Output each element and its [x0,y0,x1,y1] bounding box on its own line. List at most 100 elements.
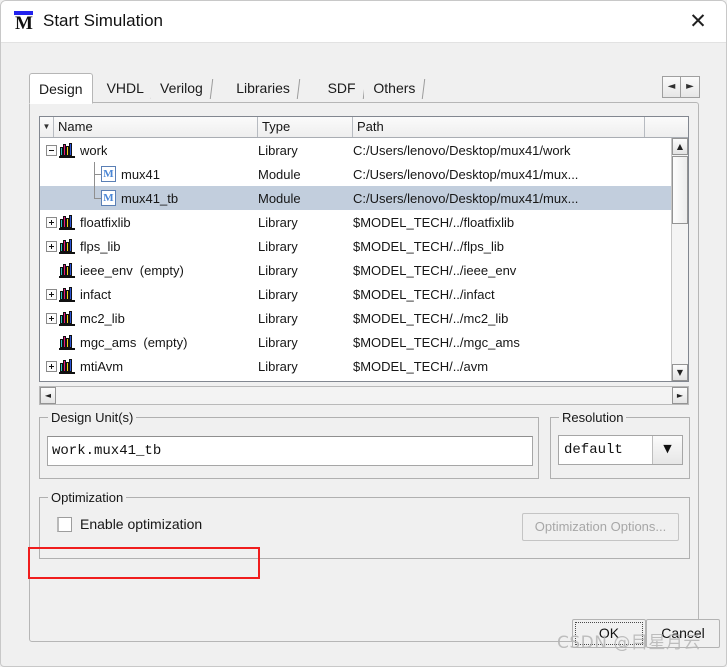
enable-optimization-label: Enable optimization [80,516,203,532]
tab-others[interactable]: Others [364,75,426,103]
enable-optimization-checkbox-row[interactable]: Enable optimization [57,516,202,532]
collapse-icon[interactable] [46,144,57,156]
tree-row[interactable]: mtiAvm Library $MODEL_TECH/../avm [40,354,688,378]
vertical-scroll-thumb[interactable] [672,156,688,224]
tree-item-name: mgc_ams [80,334,137,350]
design-tree[interactable]: ▼ Name Type Path work Library C:/Users/len… [39,116,689,382]
design-tab-panel: ▼ Name Type Path work Library C:/Users/len… [29,102,699,642]
tree-vertical-scrollbar[interactable]: ▲ ▼ [671,138,688,381]
tab-scroll-right-icon[interactable]: ► [681,76,700,98]
tree-cell-path: C:/Users/lenovo/Desktop/mux41/mux... [353,166,579,182]
tree-item-name: mc2_lib [80,310,125,326]
tree-cell-name: mgc_ams (empty) [40,334,258,350]
tab-separator [209,79,214,99]
tree-row[interactable]: Mmux41_tb Module C:/Users/lenovo/Desktop/m… [40,186,688,210]
module-icon: M [101,190,116,206]
tab-scroll-arrows: ◄ ► [662,76,700,98]
expand-icon[interactable] [46,240,57,252]
tree-horizontal-scrollbar[interactable]: ◄ ► [39,386,689,405]
window-title: Start Simulation [43,11,163,30]
enable-optimization-checkbox[interactable] [57,516,72,532]
tree-cell-path: $MODEL_TECH/../ieee_env [353,262,517,278]
tree-cell-name: infact [40,286,258,302]
resolution-dropdown[interactable]: default ▼ [558,435,683,465]
tree-cell-path: $MODEL_TECH/../mc2_lib [353,310,509,326]
library-icon [59,262,75,278]
tree-item-name: work [80,142,108,158]
dialog-body: Design VHDL Verilog Libraries SDF Others ◄ ► ▼ … [10,53,718,649]
tree-row[interactable]: Mmux41 Module C:/Users/lenovo/Desktop/mux4… [40,162,688,186]
chevron-down-icon[interactable]: ▼ [652,436,682,464]
tab-design[interactable]: Design [29,73,93,104]
tree-cell-name: mc2_lib [40,310,258,326]
tree-cell-path: C:/Users/lenovo/Desktop/mux41/mux... [353,190,579,206]
tab-libraries[interactable]: Libraries [227,75,301,103]
tree-row[interactable]: mgc_ams (empty) Library $MODEL_TECH/../mgc_… [40,330,688,354]
column-header-type[interactable]: Type [258,117,353,137]
tab-scroll-left-icon[interactable]: ◄ [662,76,681,98]
start-simulation-dialog: M Start Simulation ✕ Design VHDL Verilog Li… [0,0,727,667]
tree-item-name: infact [80,286,112,302]
tree-cell-type: Library [258,334,298,350]
tab-sdf[interactable]: SDF [318,75,366,103]
tree-cell-type: Library [258,238,298,254]
resolution-value: default [564,442,623,458]
tree-item-name: mux41 [121,166,161,182]
scroll-down-icon[interactable]: ▼ [672,364,688,381]
tree-connector [88,162,102,186]
tree-item-empty-marker: (empty) [139,262,184,278]
tree-cell-type: Library [258,262,298,278]
tree-item-name: mux41_tb [121,190,179,206]
title-bar: M Start Simulation ✕ [1,1,726,43]
tab-label: Verilog [160,80,203,96]
logo-letter-m: M [15,13,33,34]
tab-verilog[interactable]: Verilog [151,75,214,103]
tree-cell-name: work [40,142,258,158]
tab-label: Others [373,80,416,96]
expand-icon[interactable] [46,216,57,228]
library-icon [59,238,75,254]
tab-label: SDF [327,80,356,96]
expand-icon[interactable] [46,360,57,372]
tab-vhdl[interactable]: VHDL [97,75,155,103]
tree-cell-name: Mmux41 [40,162,258,186]
tree-row[interactable]: flps_lib Library $MODEL_TECH/../flps_lib [40,234,688,258]
tree-item-name: ieee_env [80,262,133,278]
close-icon[interactable]: ✕ [670,1,726,42]
column-header-name[interactable]: Name [54,117,258,137]
tree-cell-path: $MODEL_TECH/../floatfixlib [353,214,515,230]
tree-item-name: mtiAvm [80,358,124,374]
tree-row[interactable]: ieee_env (empty) Library $MODEL_TECH/../iee… [40,258,688,282]
tab-label: Design [39,81,83,97]
tree-cell-type: Library [258,142,298,158]
scroll-left-icon[interactable]: ◄ [40,387,56,404]
tree-row[interactable]: infact Library $MODEL_TECH/../infact [40,282,688,306]
tab-bar: Design VHDL Verilog Libraries SDF Others ◄ ► [29,73,700,104]
ok-button[interactable]: OK [572,619,646,648]
tree-row[interactable]: mc2_lib Library $MODEL_TECH/../mc2_lib [40,306,688,330]
cancel-button[interactable]: Cancel [646,619,720,648]
library-icon [59,142,75,158]
resolution-group: Resolution default ▼ [550,410,690,479]
column-header-spacer [645,117,688,137]
sort-marker-icon[interactable]: ▼ [40,117,54,137]
design-units-label: Design Unit(s) [48,410,137,425]
column-header-path[interactable]: Path [353,117,645,137]
tree-row[interactable]: floatfixlib Library $MODEL_TECH/../floatfi… [40,210,688,234]
optimization-options-button: Optimization Options... [522,513,679,541]
tree-cell-type: Library [258,214,298,230]
expand-icon[interactable] [46,288,57,300]
expand-icon[interactable] [46,312,57,324]
tree-cell-name: ieee_env (empty) [40,262,258,278]
tab-label: Libraries [236,80,290,96]
library-icon [59,214,75,230]
scroll-right-icon[interactable]: ► [672,387,688,404]
design-units-input[interactable] [47,436,533,466]
modelsim-m-logo-icon: M [12,10,36,34]
tree-cell-name: floatfixlib [40,214,258,230]
library-icon [59,334,75,350]
scroll-up-icon[interactable]: ▲ [672,138,688,155]
tree-item-empty-marker: (empty) [143,334,188,350]
tree-item-name: flps_lib [80,238,121,254]
tree-row[interactable]: work Library C:/Users/lenovo/Desktop/mux41… [40,138,688,162]
